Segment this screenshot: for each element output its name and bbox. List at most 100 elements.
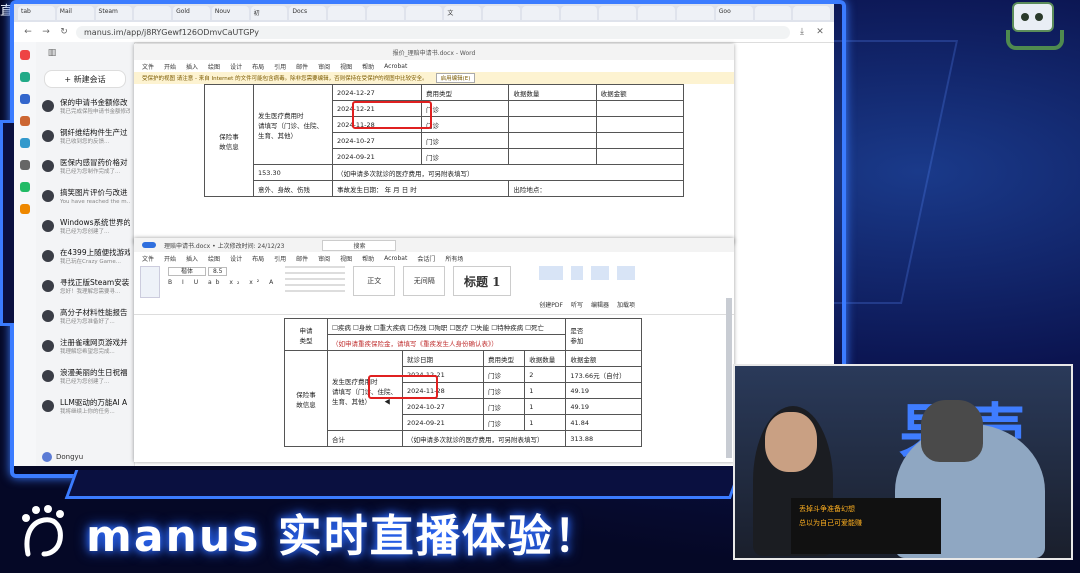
browser-tab[interactable] [677,6,714,20]
close-icon[interactable]: ✕ [814,26,826,38]
chat-list-item[interactable]: 医保内感冒药价格对 我已经为您制作完成了... [36,154,134,184]
menu-item[interactable]: 视图 [340,62,352,71]
style-normal[interactable]: 正文 [353,266,396,296]
chat-title: 钢纤维结构件生产过 [60,128,128,137]
highlight-box-date-header [368,375,438,399]
menu-item[interactable]: 设计 [230,254,242,263]
menu-item[interactable]: 布局 [252,254,264,263]
new-chat-button[interactable]: + 新建会话 [44,70,126,88]
user-name: Dongyu [56,453,84,461]
browser-tab[interactable] [328,6,365,20]
browser-tab[interactable] [793,6,831,20]
menu-item[interactable]: 引用 [274,254,286,263]
menu-item[interactable]: Acrobat [384,255,407,262]
style-heading-1[interactable]: 标题 1 [453,266,512,296]
menu-item[interactable]: 审阅 [318,62,330,71]
menu-item[interactable]: 引用 [274,62,286,71]
menu-item[interactable]: 文件 [142,254,154,263]
app-icon[interactable] [20,116,30,126]
browser-tab[interactable] [754,6,792,20]
chat-list-item[interactable]: 注册雀魂网页游戏并 我理解您希望您完成... [36,334,134,364]
browser-side-icons [14,42,37,466]
browser-tab[interactable] [405,6,443,20]
menu-item[interactable]: Acrobat [384,63,407,70]
browser-tab[interactable]: 初 [250,6,288,20]
menu-item[interactable]: 开始 [164,254,176,263]
reload-icon[interactable]: ↻ [58,26,70,38]
scrollbar[interactable] [726,298,732,458]
menu-item[interactable]: 帮助 [362,62,374,71]
chat-title: LLM驱动的万能AI A [60,398,128,407]
forward-icon[interactable]: → [40,26,52,38]
laptop-line-2: 总以为自己可爱能赚 [799,519,862,527]
ribbon-button[interactable]: 听写 [570,266,583,309]
browser-tab[interactable] [483,6,520,20]
url-field[interactable]: manus.im/app/j8RYGewf126ODmvCaUTGPy [76,25,790,39]
browser-tab[interactable] [638,6,676,20]
browser-tab[interactable]: Mail [56,6,94,20]
browser-tab[interactable]: Nouv [211,6,249,20]
browser-tab[interactable]: tab [18,6,55,20]
ribbon-button[interactable]: 编辑器 [590,266,609,309]
chat-list-item[interactable]: 在4399上随便找游戏 我已玩在Crazy Game... [36,244,134,274]
app-icon[interactable] [20,94,30,104]
menu-item[interactable]: 文件 [142,62,154,71]
menu-item[interactable]: 视图 [340,254,352,263]
chat-list-item[interactable]: LLM驱动的万能AI A 我将继续上你的任务... [36,394,134,424]
chat-list-item[interactable]: 搞笑图片评价与改进 You have reached the m... [36,184,134,214]
autosave-toggle[interactable] [142,242,156,248]
ribbon-button[interactable]: 创建PDF [539,266,563,309]
browser-tab[interactable]: Goo [715,6,753,20]
format-icons[interactable]: B I U ab x₂ x² A [168,279,277,286]
menu-item[interactable]: 邮件 [296,62,308,71]
browser-tab[interactable] [560,6,598,20]
chat-list-item[interactable]: 寻找正版Steam安装 您好！我理解您需要寻... [36,274,134,304]
chat-list-item[interactable]: 钢纤维结构件生产过 我已收到您的反馈... [36,124,134,154]
chat-list-item[interactable]: 浪漫美丽的生日祝福 我已经为您创建了... [36,364,134,394]
download-icon[interactable]: ⤓ [796,26,808,38]
enable-editing-button[interactable]: 启用编辑(E) [435,73,476,83]
app-icon[interactable] [20,182,30,192]
menu-item[interactable]: 审阅 [318,254,330,263]
menu-item[interactable]: 插入 [186,254,198,263]
menu-item[interactable]: 邮件 [296,254,308,263]
browser-tab[interactable] [366,6,404,20]
font-name-select[interactable]: 楷体 [168,267,207,276]
menu-item[interactable]: 帮助 [362,254,374,263]
browser-tab[interactable] [521,6,559,20]
browser-tab[interactable]: Docs [289,6,327,20]
ribbon-button[interactable]: 加载项 [616,266,635,309]
menu-item[interactable]: 绘图 [208,254,220,263]
sidebar-toggle-icon[interactable]: ▥ [46,47,58,59]
chrome-icon[interactable] [20,50,30,60]
menu-item[interactable]: 开始 [164,62,176,71]
back-icon[interactable]: ← [22,26,34,38]
menu-item[interactable]: 插入 [186,62,198,71]
app-icon[interactable] [20,160,30,170]
paragraph-group[interactable] [285,266,346,296]
avatar [42,452,52,462]
search-box[interactable]: 搜索 [322,239,397,251]
paste-button[interactable] [140,266,160,298]
chat-title: 保的申请书金额修改 [60,98,128,107]
menu-item[interactable]: 布局 [252,62,264,71]
menu-item[interactable]: 会话门 [417,254,435,263]
chat-list-item[interactable]: 保的申请书金额修改 我已完成保险申请书金额修改 [36,94,134,124]
browser-tab[interactable]: Steam [95,6,133,20]
style-no-spacing[interactable]: 无间隔 [403,266,446,296]
font-size-select[interactable]: 8.5 [207,267,228,276]
chat-list-item[interactable]: 高分子材料性能报告 我已经为您准备好了... [36,304,134,334]
chat-avatar [42,250,54,262]
browser-tab[interactable] [599,6,637,20]
menu-item[interactable]: 绘图 [208,62,220,71]
app-icon[interactable] [20,72,30,82]
browser-tab[interactable]: Gold [173,6,210,20]
browser-tab[interactable] [134,6,172,20]
menu-item[interactable]: 所有场 [445,254,463,263]
app-icon[interactable] [20,204,30,214]
app-icon[interactable] [20,138,30,148]
browser-tab[interactable]: 文 [444,6,482,20]
user-profile[interactable]: Dongyu [42,452,83,462]
menu-item[interactable]: 设计 [230,62,242,71]
chat-list-item[interactable]: Windows系统世界的 我已经为您创建了... [36,214,134,244]
